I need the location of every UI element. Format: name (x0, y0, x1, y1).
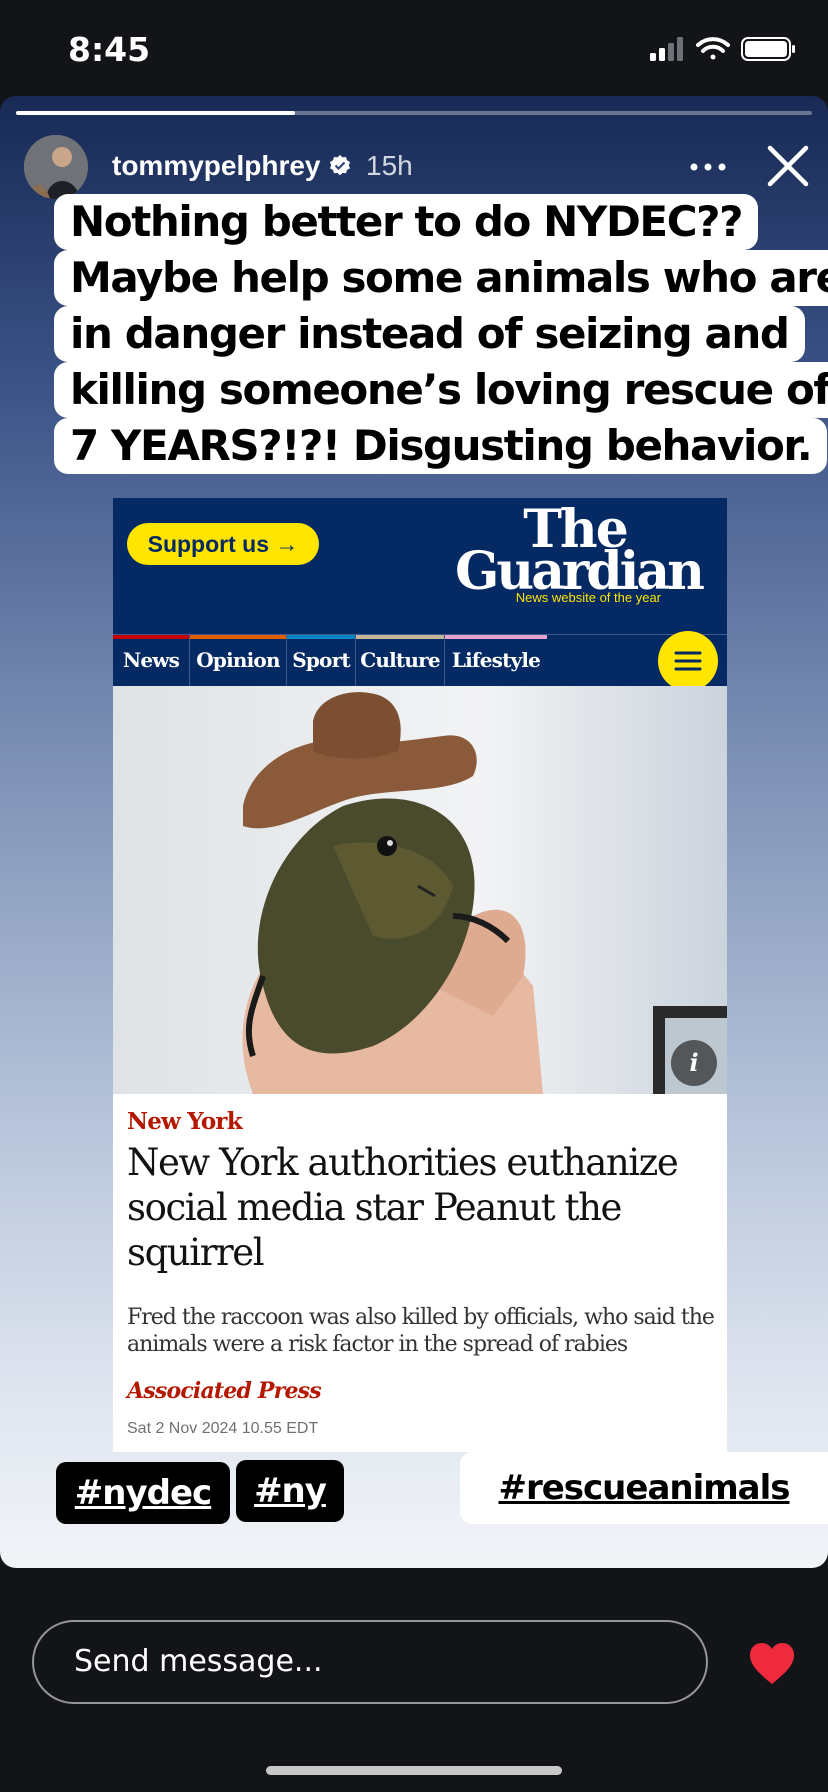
story-timestamp: 15h (366, 150, 413, 181)
story-header: tommypelphrey 15h (0, 132, 828, 202)
wifi-icon (696, 37, 730, 60)
article-headline: New York authorities euthanize social me… (127, 1141, 679, 1274)
article-standfirst: Fred the raccoon was also killed by offi… (127, 1305, 715, 1357)
article-section: New York (127, 1108, 243, 1135)
article-photo: i (113, 686, 727, 1094)
hashtag-sticker[interactable]: #rescueanimals (460, 1452, 828, 1524)
nav-accent (445, 635, 547, 639)
more-options-icon[interactable] (688, 160, 728, 174)
guardian-header: Support us → The Guardian News website o… (113, 498, 727, 634)
nav-accent (190, 635, 286, 639)
signal-icon (650, 37, 683, 61)
guardian-tagline: News website of the year (515, 590, 661, 605)
info-icon: i (671, 1040, 717, 1086)
nav-item-culture: Culture (356, 635, 445, 687)
nav-item-opinion: Opinion (190, 635, 287, 687)
status-bar: 8:45 (0, 0, 828, 96)
support-us-button: Support us → (127, 523, 319, 565)
nav-accent (287, 635, 355, 639)
shared-article-screenshot: Support us → The Guardian News website o… (113, 498, 727, 1452)
caption-line: killing someone’s loving rescue of (54, 362, 828, 418)
squirrel-photo (113, 686, 727, 1094)
caption-line: Nothing better to do NYDEC?? (54, 194, 759, 250)
story-progress-bar (16, 111, 812, 115)
status-icons (650, 37, 795, 61)
nav-item-sport: Sport (287, 635, 356, 687)
nav-accent (113, 635, 189, 639)
guardian-nav: News Opinion Sport Culture Lifestyle (113, 631, 727, 691)
close-icon[interactable] (764, 142, 812, 190)
caption-line: Maybe help some animals who are (54, 250, 828, 306)
home-indicator (266, 1766, 562, 1775)
caption-line: 7 YEARS?!?! Disgusting behavior. (54, 418, 828, 474)
nav-item-news: News (113, 635, 190, 687)
article-byline: Associated Press (127, 1378, 322, 1404)
status-time: 8:45 (68, 30, 151, 69)
username[interactable]: tommypelphrey (112, 150, 321, 182)
story-progress-fill (16, 111, 295, 115)
nav-item-lifestyle: Lifestyle (445, 635, 547, 687)
heart-icon[interactable] (748, 1642, 796, 1686)
nav-accent (356, 635, 444, 639)
story-viewer[interactable]: tommypelphrey 15h Nothing better to do N… (0, 96, 828, 1568)
verified-badge-icon (330, 155, 350, 176)
hashtag-sticker[interactable]: #ny (236, 1460, 344, 1522)
battery-icon (741, 37, 795, 61)
send-message-input[interactable]: Send message... (32, 1620, 708, 1704)
hamburger-menu-icon (658, 631, 718, 691)
hashtag-sticker[interactable]: #nydec (56, 1462, 230, 1524)
article-date: Sat 2 Nov 2024 10.55 EDT (127, 1420, 319, 1437)
avatar[interactable] (24, 135, 88, 199)
caption-line: in danger instead of seizing and (54, 306, 805, 362)
